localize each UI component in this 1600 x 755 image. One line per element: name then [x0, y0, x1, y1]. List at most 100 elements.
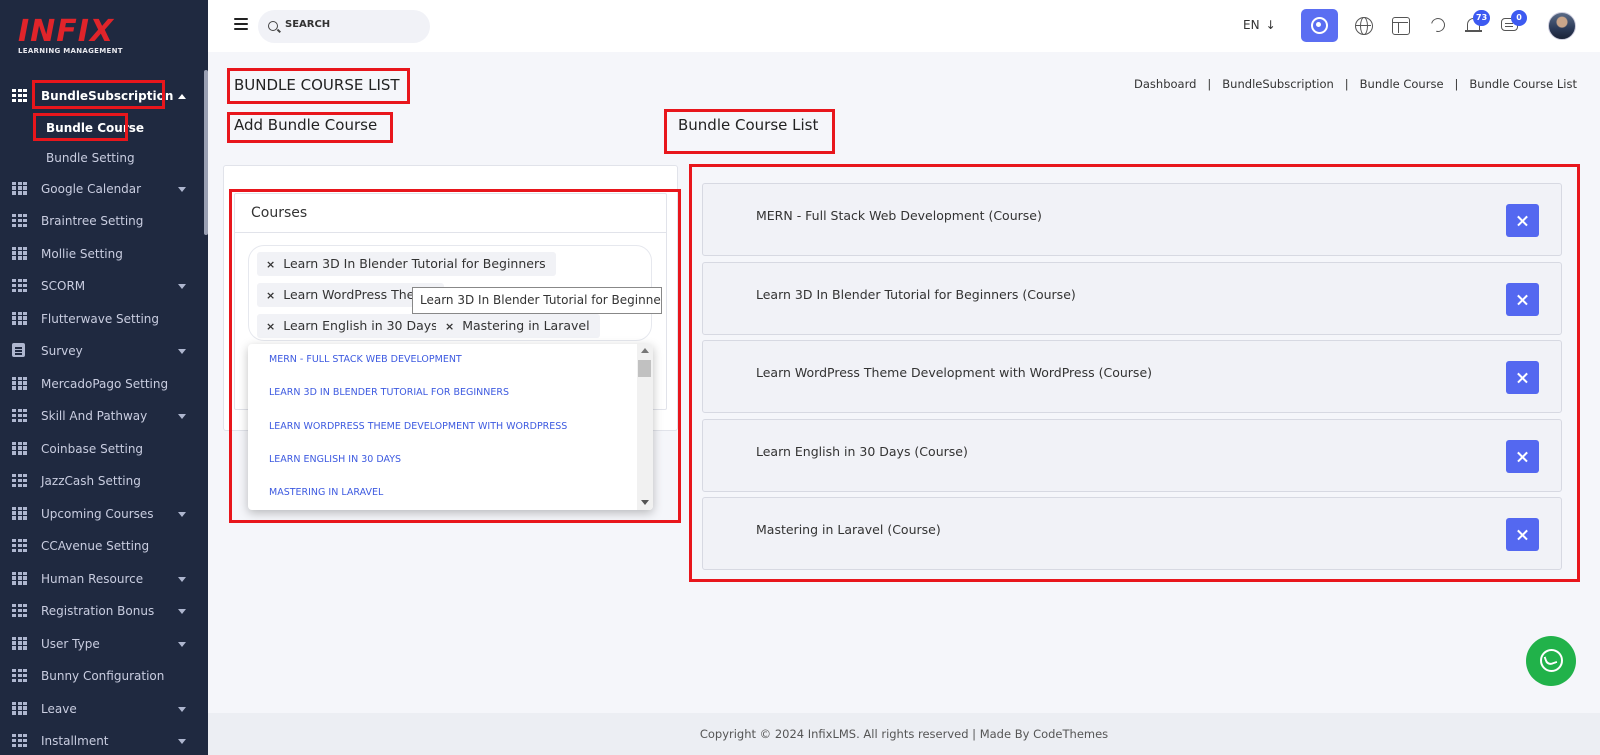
bundle-course-item: Mastering in Laravel (Course)	[702, 497, 1562, 570]
grid-icon	[12, 311, 27, 325]
sidebar-item-label: Human Resource	[41, 571, 144, 586]
dropdown-option[interactable]: LEARN 3D IN BLENDER TUTORIAL FOR BEGINNE…	[269, 387, 509, 398]
search-bar[interactable]	[258, 10, 430, 43]
layout-icon[interactable]	[1392, 17, 1410, 35]
grid-icon	[12, 539, 27, 552]
sidebar-item-label: CCAvenue Setting	[41, 539, 150, 554]
logo[interactable]: INFIX LEARNING MANAGEMENT	[18, 16, 128, 60]
sidebar: INFIX LEARNING MANAGEMENT BundleSubscrip…	[0, 0, 208, 755]
courses-panel-title: Courses	[235, 194, 666, 233]
sidebar-item-bunny-configuration[interactable]: Bunny Configuration	[0, 660, 208, 693]
chevron-icon	[178, 641, 186, 647]
search-icon	[268, 21, 278, 31]
sidebar-item-scorm[interactable]: SCORM	[0, 270, 208, 303]
remove-course-button[interactable]	[1506, 518, 1539, 551]
grid-icon	[12, 409, 27, 422]
sidebar-item-installment[interactable]: Installment	[0, 725, 208, 755]
dropdown-option[interactable]: MASTERING IN LARAVEL	[269, 487, 383, 498]
sidebar-item-bundlesubscription[interactable]: BundleSubscription	[0, 80, 208, 113]
chevron-icon	[178, 609, 186, 614]
sidebar-item-label: BundleSubscription	[41, 89, 174, 104]
language-label: EN	[1243, 18, 1260, 32]
sidebar-item-user-type[interactable]: User Type	[0, 628, 208, 661]
breadcrumb-separator: |	[1207, 77, 1212, 91]
dark-mode-moon-icon[interactable]	[1428, 15, 1448, 35]
remove-tag-icon[interactable]: ×	[445, 320, 454, 333]
chevron-icon	[178, 511, 186, 517]
sidebar-item-braintree-setting[interactable]: Braintree Setting	[0, 205, 208, 238]
grid-icon	[12, 441, 27, 455]
dropdown-option[interactable]: LEARN WORDPRESS THEME DEVELOPMENT WITH W…	[269, 421, 567, 432]
breadcrumb-bundle-course[interactable]: Bundle Course	[1360, 77, 1444, 91]
sidebar-subitem-label: Bundle Course	[46, 120, 145, 135]
sidebar-item-leave[interactable]: Leave	[0, 693, 208, 726]
sidebar-item-skill-and-pathway[interactable]: Skill And Pathway	[0, 400, 208, 433]
sidebar-item-google-calendar[interactable]: Google Calendar	[0, 173, 208, 206]
grid-icon	[12, 376, 27, 390]
chevron-icon	[178, 94, 186, 99]
breadcrumb-dashboard[interactable]: Dashboard	[1134, 77, 1196, 91]
sidebar-subitem-bundle-setting[interactable]: Bundle Setting	[0, 143, 208, 173]
sidebar-item-jazzcash-setting[interactable]: JazzCash Setting	[0, 465, 208, 498]
tag-label: Mastering in Laravel	[462, 318, 590, 333]
sidebar-subitem-label: Bundle Setting	[46, 150, 135, 165]
sidebar-item-label: Google Calendar	[41, 181, 142, 196]
chevron-icon	[178, 186, 186, 192]
sidebar-item-flutterwave-setting[interactable]: Flutterwave Setting	[0, 303, 208, 336]
grid-icon	[12, 701, 27, 715]
dropdown-option[interactable]: LEARN ENGLISH IN 30 DAYS	[269, 454, 401, 465]
tag-label: Learn 3D In Blender Tutorial for Beginne…	[283, 256, 546, 271]
sidebar-item-survey[interactable]: Survey	[0, 335, 208, 368]
page-title: BUNDLE COURSE LIST	[234, 76, 400, 94]
language-selector[interactable]: EN ↓	[1243, 18, 1276, 32]
sidebar-item-coinbase-setting[interactable]: Coinbase Setting	[0, 433, 208, 466]
sidebar-item-label: Installment	[41, 734, 109, 749]
remove-tag-icon[interactable]: ×	[266, 320, 275, 333]
grid-icon	[12, 604, 27, 617]
settings-cog-button[interactable]	[1301, 9, 1338, 42]
scroll-up-icon[interactable]	[641, 348, 649, 353]
sidebar-item-mollie-setting[interactable]: Mollie Setting	[0, 238, 208, 271]
remove-course-button[interactable]	[1506, 204, 1539, 237]
dropdown-scroll-thumb[interactable]	[638, 360, 651, 377]
breadcrumb-bundlesubscription[interactable]: BundleSubscription	[1222, 77, 1334, 91]
dropdown-option[interactable]: MERN - FULL STACK WEB DEVELOPMENT	[269, 354, 462, 365]
user-avatar[interactable]	[1548, 12, 1576, 40]
remove-course-button[interactable]	[1506, 283, 1539, 316]
breadcrumb: Dashboard | BundleSubscription | Bundle …	[1134, 77, 1577, 91]
bundle-course-item: Learn 3D In Blender Tutorial for Beginne…	[702, 262, 1562, 335]
remove-tag-icon[interactable]: ×	[266, 289, 275, 302]
grid-icon	[12, 506, 27, 520]
sidebar-item-upcoming-courses[interactable]: Upcoming Courses	[0, 498, 208, 531]
scroll-down-icon[interactable]	[641, 500, 649, 505]
sidebar-subitem-bundle-course[interactable]: Bundle Course	[0, 113, 208, 143]
search-input[interactable]	[285, 19, 420, 30]
sidebar-item-ccavenue-setting[interactable]: CCAvenue Setting	[0, 530, 208, 563]
sidebar-item-label: Mollie Setting	[41, 246, 123, 261]
grid-icon	[12, 279, 27, 292]
sidebar-item-label: Bunny Configuration	[41, 669, 165, 684]
sidebar-item-human-resource[interactable]: Human Resource	[0, 563, 208, 596]
menu-toggle-icon[interactable]	[234, 18, 248, 30]
grid-icon	[12, 214, 27, 227]
tag-tooltip: Learn 3D In Blender Tutorial for Beginne…	[412, 287, 662, 314]
sidebar-item-registration-bonus[interactable]: Registration Bonus	[0, 595, 208, 628]
selected-course-tag: × Learn 3D In Blender Tutorial for Beginn…	[257, 252, 556, 276]
sidebar-item-label: Leave	[41, 701, 77, 716]
remove-course-button[interactable]	[1506, 440, 1539, 473]
bundle-course-name: Mastering in Laravel (Course)	[756, 522, 941, 537]
sidebar-item-label: SCORM	[41, 279, 86, 294]
breadcrumb-separator: |	[1344, 77, 1349, 91]
sidebar-item-label: JazzCash Setting	[41, 474, 141, 489]
grid-icon	[12, 181, 27, 195]
bundle-course-list-title: Bundle Course List	[678, 116, 819, 134]
whatsapp-chat-button[interactable]	[1526, 636, 1576, 686]
remove-tag-icon[interactable]: ×	[266, 258, 275, 271]
globe-icon[interactable]	[1355, 17, 1373, 35]
sidebar-item-mercadopago-setting[interactable]: MercadoPago Setting	[0, 368, 208, 401]
chevron-icon	[178, 349, 186, 354]
sidebar-menu: BundleSubscription Bundle Course Bundle Se…	[0, 80, 208, 755]
remove-course-button[interactable]	[1506, 361, 1539, 394]
grid-icon	[12, 89, 27, 102]
chevron-icon	[178, 284, 186, 289]
